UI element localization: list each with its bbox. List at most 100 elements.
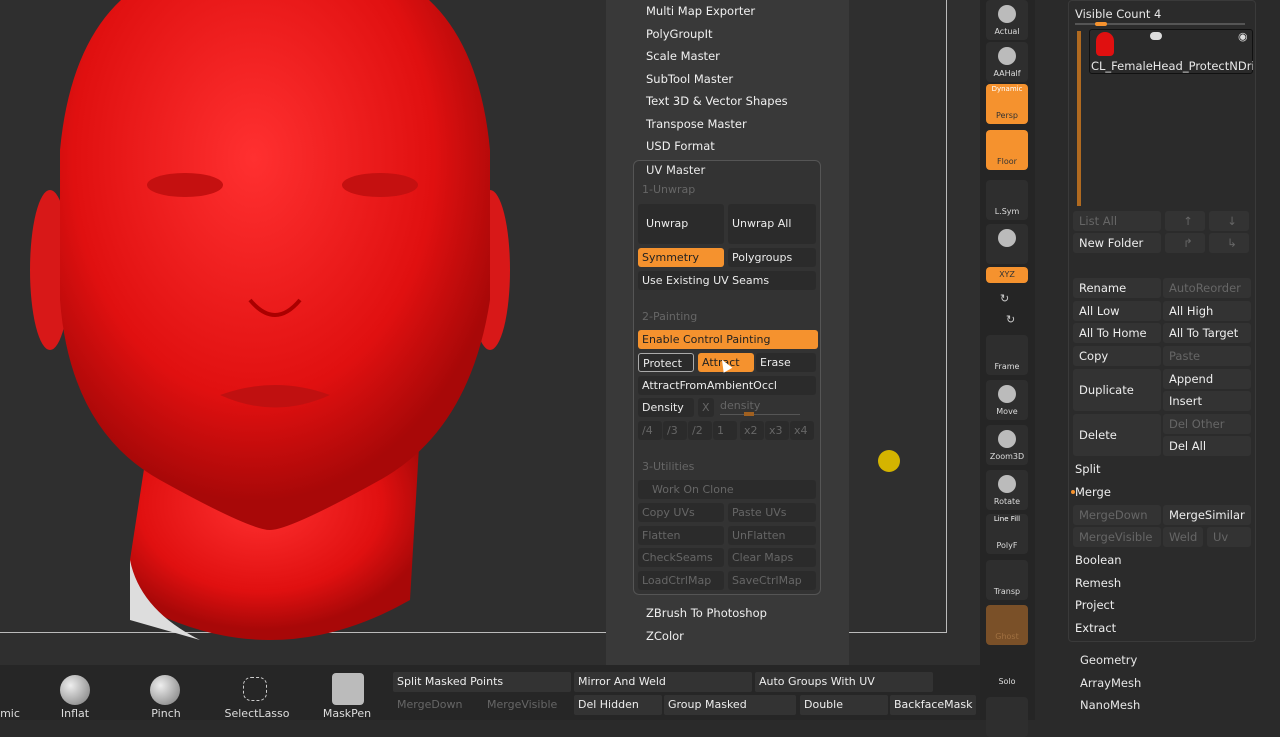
- load-ctrl-map-button[interactable]: LoadCtrlMap: [638, 571, 724, 590]
- visible-count-slider[interactable]: [1075, 22, 1245, 26]
- move-down-button[interactable]: ↓: [1209, 211, 1249, 231]
- mask-pen-icon[interactable]: [332, 673, 364, 705]
- select-lasso-tool[interactable]: SelectLasso: [225, 707, 290, 720]
- menu-item-text-3d[interactable]: Text 3D & Vector Shapes: [646, 94, 788, 108]
- density-x4[interactable]: x4: [790, 421, 814, 440]
- list-all-button[interactable]: List All: [1073, 211, 1161, 231]
- save-ctrl-map-button[interactable]: SaveCtrlMap: [728, 571, 816, 590]
- select-lasso-icon[interactable]: [243, 677, 267, 701]
- auto-groups-with-uv-button[interactable]: Auto Groups With UV: [755, 672, 933, 692]
- paste-button[interactable]: Paste: [1163, 346, 1251, 366]
- uv-master-title[interactable]: UV Master: [646, 163, 705, 177]
- rotate-y-icon[interactable]: ↻: [1000, 292, 1009, 305]
- density-x-button[interactable]: X: [698, 398, 714, 417]
- del-other-button[interactable]: Del Other: [1163, 414, 1251, 434]
- actual-button[interactable]: Actual: [986, 0, 1028, 40]
- brush-dynamic-label[interactable]: mic: [0, 707, 20, 720]
- menu-item-subtool-master[interactable]: SubTool Master: [646, 72, 733, 86]
- boolean-menu[interactable]: Boolean: [1075, 553, 1122, 567]
- merge-menu[interactable]: Merge: [1075, 485, 1111, 499]
- unwrap-button[interactable]: Unwrap: [638, 204, 724, 244]
- geometry-menu[interactable]: Geometry: [1080, 653, 1137, 667]
- menu-item-scale-master[interactable]: Scale Master: [646, 49, 720, 63]
- remesh-menu[interactable]: Remesh: [1075, 576, 1121, 590]
- del-all-button[interactable]: Del All: [1163, 436, 1251, 456]
- floor-button[interactable]: Floor: [986, 130, 1028, 170]
- pinch-brush-icon[interactable]: [150, 675, 180, 705]
- append-button[interactable]: Append: [1163, 369, 1251, 389]
- fit-button[interactable]: [986, 697, 1028, 737]
- del-hidden-button[interactable]: Del Hidden: [574, 695, 662, 715]
- zoom3d-button[interactable]: Zoom3D: [986, 425, 1028, 465]
- ghost-button[interactable]: Ghost: [986, 605, 1028, 645]
- rotate-button[interactable]: Rotate: [986, 470, 1028, 510]
- merge-down-button[interactable]: MergeDown: [1073, 505, 1161, 525]
- subtool-item[interactable]: ◉ CL_FemaleHead_ProtectNDrive: [1089, 29, 1253, 74]
- all-high-button[interactable]: All High: [1163, 301, 1251, 321]
- flatten-button[interactable]: Flatten: [638, 526, 724, 545]
- density-slider[interactable]: density: [720, 399, 760, 412]
- all-to-target-button[interactable]: All To Target: [1163, 323, 1251, 343]
- folder-move-down-button[interactable]: ↳: [1209, 233, 1249, 253]
- uv-toggle[interactable]: Uv: [1207, 527, 1251, 547]
- mask-pen-brush[interactable]: MaskPen: [323, 707, 371, 720]
- project-menu[interactable]: Project: [1075, 598, 1114, 612]
- split-menu[interactable]: Split: [1075, 462, 1101, 476]
- density-slider-track[interactable]: [720, 412, 800, 416]
- inflat-brush[interactable]: Inflat: [61, 707, 89, 720]
- density-div2[interactable]: /2: [688, 421, 712, 440]
- female-head-model[interactable]: [0, 0, 600, 665]
- arraymesh-menu[interactable]: ArrayMesh: [1080, 676, 1141, 690]
- double-button[interactable]: Double: [800, 695, 888, 715]
- frame-button[interactable]: Frame: [986, 335, 1028, 375]
- use-existing-uv-seams-toggle[interactable]: Use Existing UV Seams: [638, 271, 816, 290]
- merge-down-shelf-button[interactable]: MergeDown: [393, 695, 481, 715]
- unflatten-button[interactable]: UnFlatten: [728, 526, 816, 545]
- insert-button[interactable]: Insert: [1163, 391, 1251, 411]
- camera-lock-button[interactable]: [986, 224, 1028, 264]
- move-up-button[interactable]: ↑: [1165, 211, 1205, 231]
- all-to-home-button[interactable]: All To Home: [1073, 323, 1161, 343]
- attract-from-ambient-occlusion-button[interactable]: AttractFromAmbientOccl: [638, 376, 816, 395]
- density-div3[interactable]: /3: [663, 421, 687, 440]
- group-masked-button[interactable]: Group Masked: [664, 695, 796, 715]
- delete-button[interactable]: Delete: [1073, 414, 1161, 456]
- extract-menu[interactable]: Extract: [1075, 621, 1116, 635]
- rotate-z-icon[interactable]: ↻: [1006, 313, 1015, 326]
- all-low-button[interactable]: All Low: [1073, 301, 1161, 321]
- pinch-brush[interactable]: Pinch: [151, 707, 180, 720]
- subtool-scrollbar[interactable]: [1077, 31, 1081, 206]
- eye-icon[interactable]: ◉: [1238, 30, 1248, 43]
- density-x3[interactable]: x3: [765, 421, 789, 440]
- duplicate-button[interactable]: Duplicate: [1073, 369, 1161, 411]
- work-on-clone-button[interactable]: Work On Clone: [638, 480, 816, 499]
- menu-item-multi-map-exporter[interactable]: Multi Map Exporter: [646, 4, 755, 18]
- weld-toggle[interactable]: Weld: [1163, 527, 1203, 547]
- split-masked-points-button[interactable]: Split Masked Points: [393, 672, 571, 692]
- menu-item-zcolor[interactable]: ZColor: [646, 629, 684, 643]
- persp-button[interactable]: Dynamic Persp: [986, 84, 1028, 124]
- nanomesh-menu[interactable]: NanoMesh: [1080, 698, 1140, 712]
- new-folder-button[interactable]: New Folder: [1073, 233, 1161, 253]
- erase-button[interactable]: Erase: [756, 353, 816, 372]
- paste-uvs-button[interactable]: Paste UVs: [728, 503, 816, 522]
- aahalf-button[interactable]: AAHalf: [986, 42, 1028, 82]
- local-symmetry-button[interactable]: L.Sym: [986, 180, 1028, 220]
- clear-maps-button[interactable]: Clear Maps: [728, 548, 816, 567]
- folder-move-up-button[interactable]: ↱: [1165, 233, 1205, 253]
- copy-uvs-button[interactable]: Copy UVs: [638, 503, 724, 522]
- enable-control-painting-toggle[interactable]: Enable Control Painting: [638, 330, 818, 349]
- density-button[interactable]: Density: [638, 398, 694, 417]
- menu-item-usd-format[interactable]: USD Format: [646, 139, 715, 153]
- merge-visible-button[interactable]: MergeVisible: [1073, 527, 1161, 547]
- move-button[interactable]: Move: [986, 380, 1028, 420]
- xyz-button[interactable]: XYZ: [986, 267, 1028, 283]
- mirror-and-weld-button[interactable]: Mirror And Weld: [574, 672, 752, 692]
- solo-button[interactable]: Solo: [986, 650, 1028, 690]
- polygroups-toggle[interactable]: Polygroups: [728, 248, 816, 267]
- density-1[interactable]: 1: [713, 421, 737, 440]
- auto-reorder-button[interactable]: AutoReorder: [1163, 278, 1251, 298]
- polyframe-button[interactable]: Line Fill PolyF: [986, 514, 1028, 554]
- density-x2[interactable]: x2: [740, 421, 764, 440]
- menu-item-polygroupit[interactable]: PolyGroupIt: [646, 27, 712, 41]
